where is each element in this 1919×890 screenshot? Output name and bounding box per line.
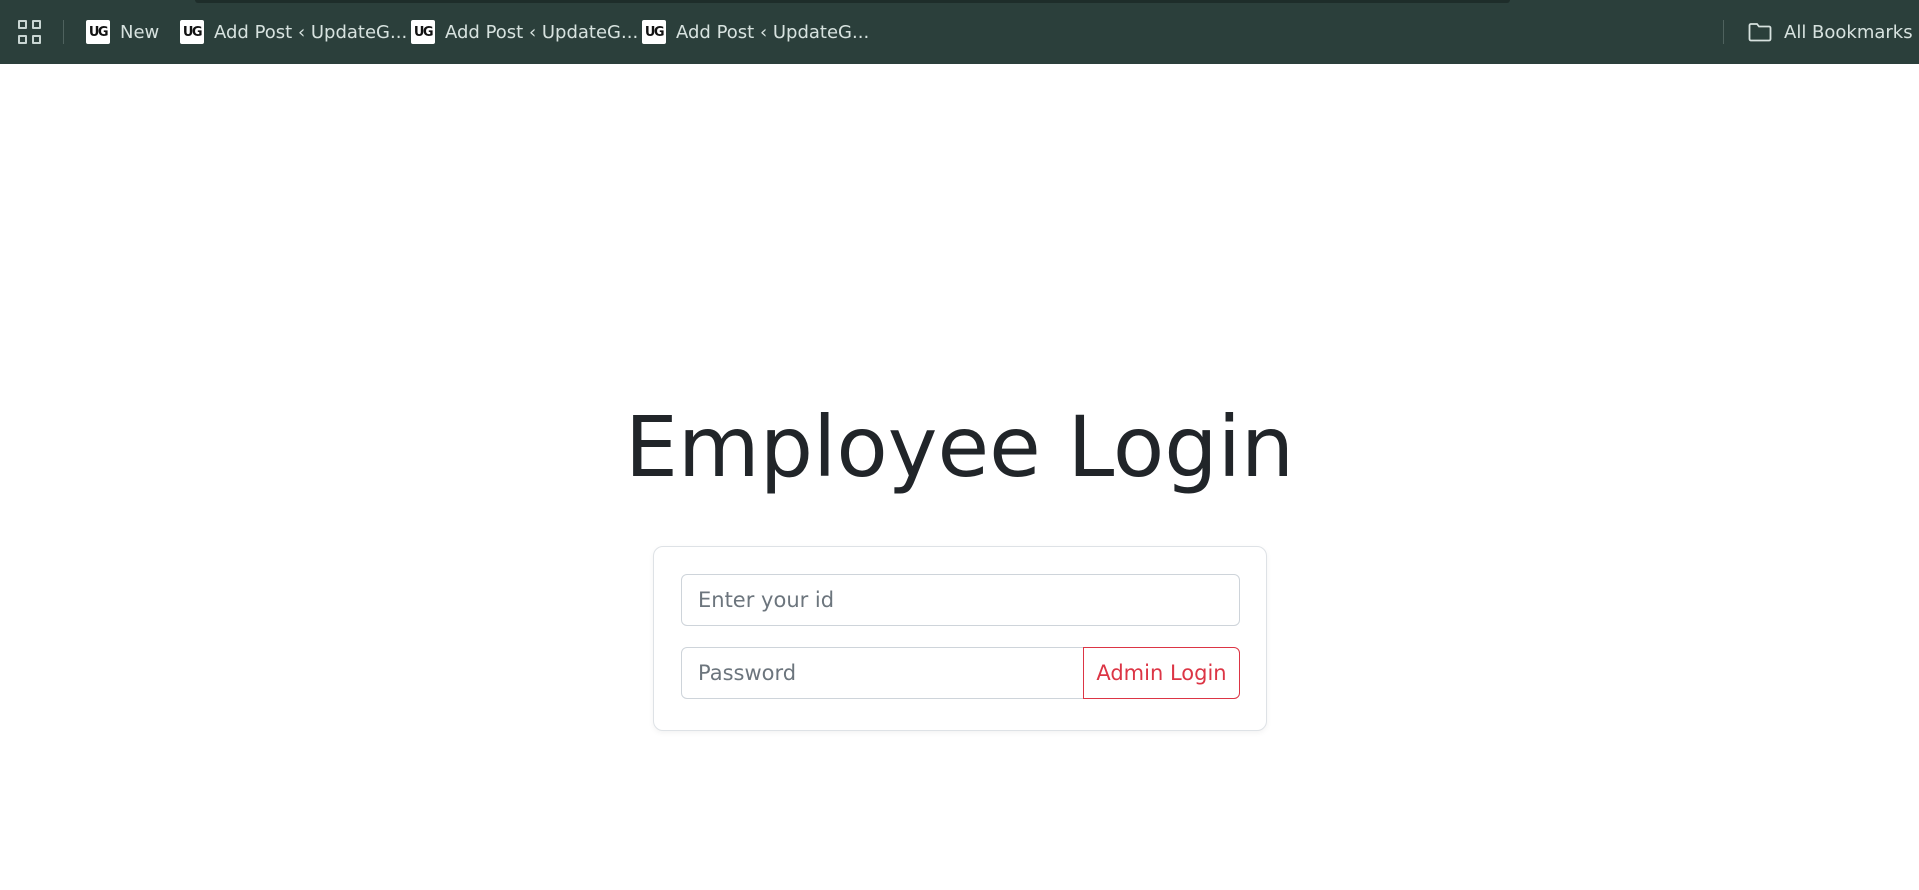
bookmarks-bar: UG New UG Add Post ‹ UpdateG... UG Add P… bbox=[0, 0, 1919, 64]
all-bookmarks-label: All Bookmarks bbox=[1784, 21, 1913, 43]
tab-strip-edge bbox=[195, 0, 1510, 3]
all-bookmarks-button[interactable]: All Bookmarks bbox=[1748, 18, 1913, 46]
ug-favicon-icon: UG bbox=[86, 20, 110, 44]
folder-icon bbox=[1748, 23, 1772, 42]
bookmark-label: Add Post ‹ UpdateG... bbox=[214, 21, 408, 43]
bookmark-item-add-post-3[interactable]: UG Add Post ‹ UpdateG... bbox=[642, 18, 869, 46]
bookmark-item-add-post-2[interactable]: UG Add Post ‹ UpdateG... bbox=[411, 18, 638, 46]
bookmark-item-add-post-1[interactable]: UG Add Post ‹ UpdateG... bbox=[180, 18, 407, 46]
bookmark-label: Add Post ‹ UpdateG... bbox=[445, 21, 639, 43]
bookmark-item-new[interactable]: UG New bbox=[86, 18, 159, 46]
bookmarks-separator bbox=[63, 20, 64, 44]
ug-favicon-icon: UG bbox=[180, 20, 204, 44]
admin-login-button[interactable]: Admin Login bbox=[1083, 647, 1240, 699]
apps-grid-icon[interactable] bbox=[18, 20, 42, 44]
login-card: Admin Login bbox=[653, 546, 1267, 731]
employee-id-input[interactable] bbox=[681, 574, 1240, 626]
page-title: Employee Login bbox=[624, 398, 1295, 496]
ug-favicon-icon: UG bbox=[411, 20, 435, 44]
bookmark-label: Add Post ‹ UpdateG... bbox=[676, 21, 870, 43]
ug-favicon-icon: UG bbox=[642, 20, 666, 44]
bookmarks-separator bbox=[1723, 20, 1724, 44]
bookmark-label: New bbox=[120, 21, 160, 43]
password-input[interactable] bbox=[681, 647, 1084, 699]
